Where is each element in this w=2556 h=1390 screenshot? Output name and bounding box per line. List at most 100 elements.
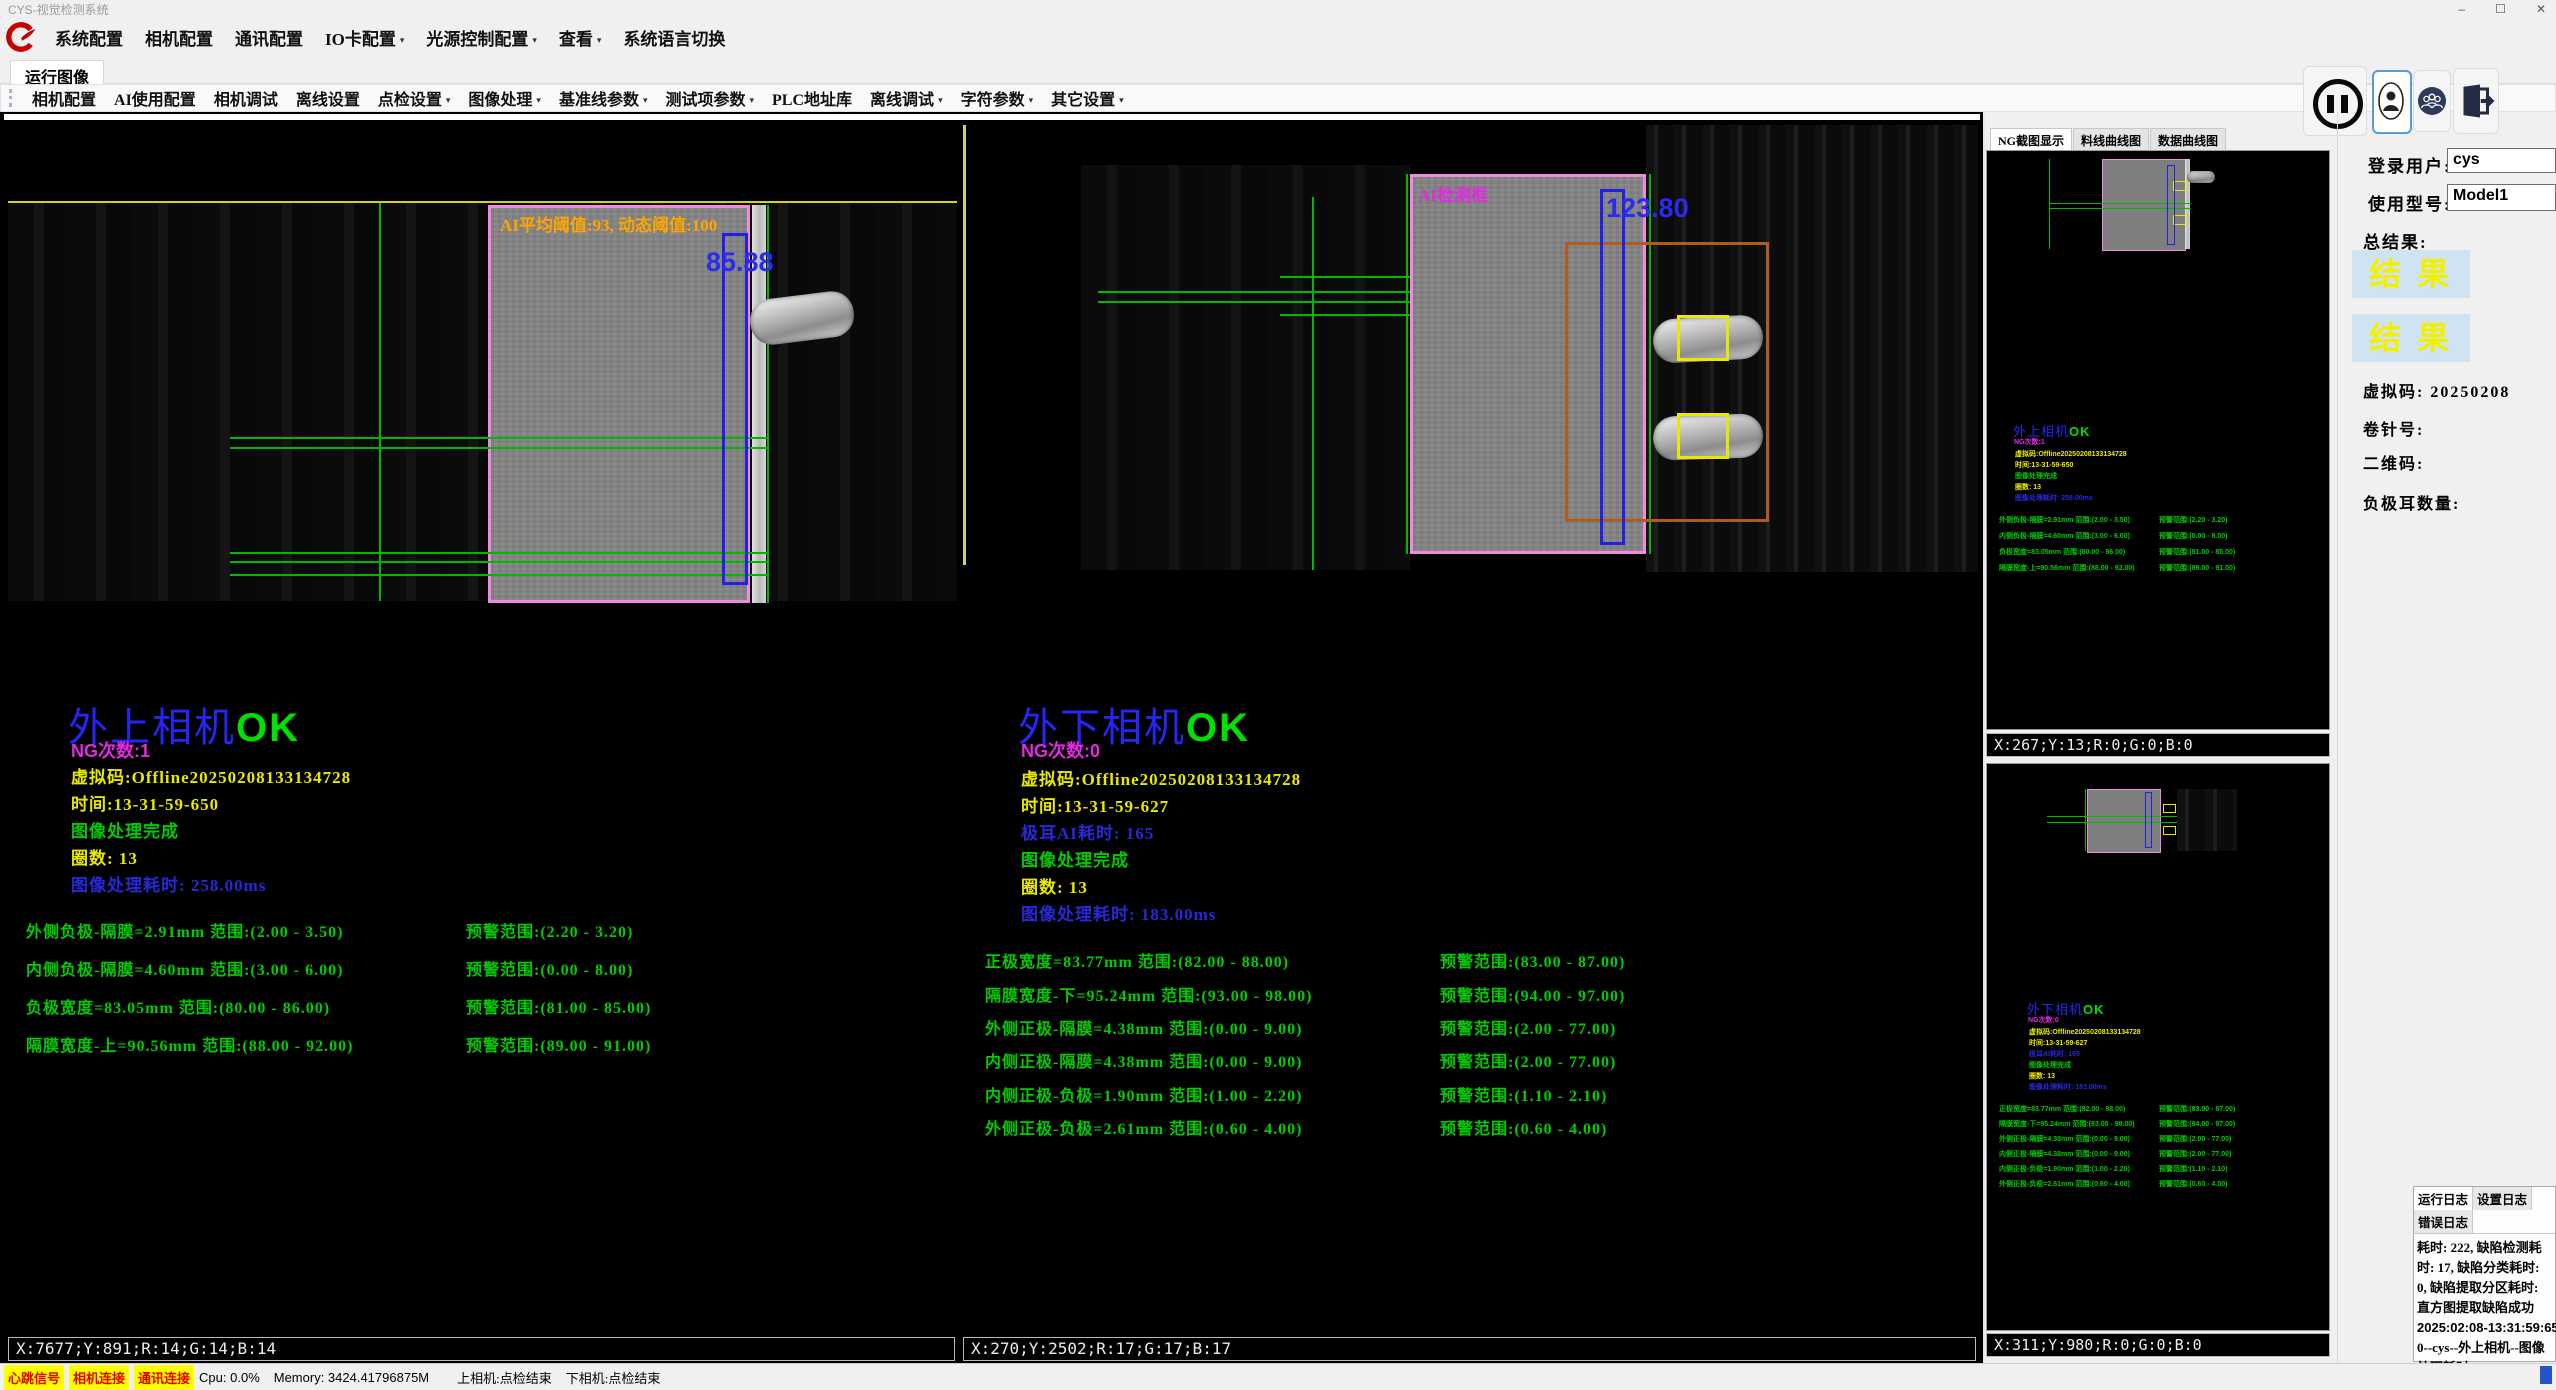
tab-ng-screenshot[interactable]: NG截图显示 bbox=[1990, 128, 2072, 152]
mini-measure-warn: 预警范围:(1.10 - 2.10) bbox=[2159, 1164, 2227, 1174]
mini-done-line: 图像处理完成 bbox=[2029, 1060, 2071, 1070]
measurement-warn: 预警范围:(2.00 - 77.00) bbox=[1440, 1015, 1616, 1039]
menu-item-io-card-config[interactable]: IO卡配置 ▾ bbox=[314, 25, 415, 50]
chevron-down-icon: ▾ bbox=[536, 95, 541, 105]
measurement-value: 外侧负极-隔膜=2.91mm 范围:(2.00 - 3.50) bbox=[26, 924, 343, 941]
tool-baseline-params[interactable]: 基准线参数▾ bbox=[550, 86, 657, 110]
mini-elapsed-line: 图像处理耗时: 183.00ms bbox=[2029, 1082, 2107, 1092]
log-content[interactable]: 耗时: 222, 缺陷检测耗 时: 17, 缺陷分类耗时: 0, 缺陷提取分区耗… bbox=[2414, 1234, 2555, 1378]
menu-item-label: 系统配置 bbox=[55, 30, 123, 49]
loop-count-line: 圈数: 13 bbox=[1021, 873, 1088, 898]
tool-ai-use-config[interactable]: AI使用配置 bbox=[105, 86, 205, 110]
mini-measurement-row: 外侧负极-隔膜=2.91mm 范围:(2.00 - 3.50)预警范围:(2.2… bbox=[1999, 515, 2325, 525]
tool-label: 字符参数 bbox=[961, 92, 1025, 109]
camera-connect-badge: 相机连接 bbox=[69, 1365, 129, 1390]
mini-measure-warn: 预警范围:(89.00 - 91.00) bbox=[2159, 563, 2235, 573]
pause-button[interactable] bbox=[2303, 66, 2367, 136]
tool-other-settings[interactable]: 其它设置▾ bbox=[1042, 86, 1133, 110]
measurement-row: 内侧正极-负极=1.90mm 范围:(1.00 - 2.20) 预警范围:(1.… bbox=[985, 1082, 1945, 1106]
menu-item-comm-config[interactable]: 通讯配置 bbox=[224, 25, 314, 50]
menu-item-label: IO卡配置 bbox=[325, 30, 396, 49]
app-window: CYS-视觉检测系统 – ☐ ✕ 系统配置 相机配置 通讯配置 IO卡配置▾ 光… bbox=[0, 0, 2556, 1390]
tool-camera-config[interactable]: 相机配置 bbox=[23, 86, 105, 110]
mini-foil-blob bbox=[2187, 171, 2215, 183]
mini-measure-warn: 预警范围:(2.20 - 3.20) bbox=[2159, 515, 2227, 525]
measurement-value: 内侧正极-隔膜=4.38mm 范围:(0.00 - 9.00) bbox=[985, 1054, 1302, 1071]
camera-result: OK bbox=[236, 706, 300, 750]
ai-time-line: 极耳AI耗时: 165 bbox=[1021, 819, 1154, 844]
measurement-warn: 预警范围:(0.00 - 8.00) bbox=[466, 956, 633, 980]
mini-measure-value: 隔膜宽度-上=90.56mm 范围:(88.00 - 92.00) bbox=[1999, 565, 2135, 572]
qr-code-label: 二维码: bbox=[2363, 450, 2424, 474]
tool-offline-settings[interactable]: 离线设置 bbox=[287, 86, 369, 110]
mini-camera-result: OK bbox=[2069, 424, 2091, 439]
exit-button[interactable] bbox=[2453, 68, 2499, 134]
mini-measure-value: 正极宽度=83.77mm 范围:(82.00 - 88.00) bbox=[1999, 1106, 2125, 1113]
tool-spot-check-settings[interactable]: 点检设置▾ bbox=[369, 86, 460, 110]
measurement-row: 外侧负极-隔膜=2.91mm 范围:(2.00 - 3.50) 预警范围:(2.… bbox=[26, 918, 946, 942]
window-controls: – ☐ ✕ bbox=[2458, 0, 2546, 18]
measurement-warn: 预警范围:(2.00 - 77.00) bbox=[1440, 1048, 1616, 1072]
login-user-field[interactable]: cys bbox=[2447, 148, 2556, 173]
close-icon[interactable]: ✕ bbox=[2536, 2, 2546, 16]
chevron-down-icon: ▾ bbox=[643, 95, 648, 105]
center-camera-view[interactable]: AI检测框 123.80 外下相机OK NG次数:0 虚拟码:Offline20… bbox=[963, 125, 1978, 1333]
tab-settings-log[interactable]: 设置日志 bbox=[2473, 1187, 2532, 1210]
mini-measurement-row: 内侧正极-负极=1.90mm 范围:(1.00 - 2.20)预警范围:(1.1… bbox=[1999, 1164, 2325, 1174]
measurement-value: 内侧正极-负极=1.90mm 范围:(1.00 - 2.20) bbox=[985, 1088, 1302, 1105]
measurement-value: 隔膜宽度-下=95.24mm 范围:(93.00 - 98.00) bbox=[985, 988, 1312, 1005]
chevron-down-icon: ▾ bbox=[1029, 95, 1034, 105]
maximize-icon[interactable]: ☐ bbox=[2495, 2, 2506, 16]
left-coords-readout: X:7677;Y:891;R:14;G:14;B:14 bbox=[8, 1337, 955, 1361]
tab-run-image[interactable]: 运行图像 bbox=[10, 60, 104, 85]
virtual-code-line: 虚拟码:Offline20250208133134728 bbox=[1021, 765, 1301, 790]
menu-item-light-control-config[interactable]: 光源控制配置▾ bbox=[415, 25, 548, 50]
tab-error-log[interactable]: 错误日志 bbox=[2414, 1210, 2473, 1233]
model-label: 使用型号: bbox=[2368, 190, 2452, 215]
log-line: 0, 缺陷提取分区耗时: bbox=[2417, 1278, 2555, 1298]
menu-item-language-switch[interactable]: 系统语言切换 bbox=[612, 25, 736, 50]
menu-item-camera-config[interactable]: 相机配置 bbox=[134, 25, 224, 50]
mini-measurement-row: 隔膜宽度-上=90.56mm 范围:(88.00 - 92.00) 预警范围:(8… bbox=[1999, 563, 2325, 573]
mini-blue-rect bbox=[2145, 792, 2152, 848]
tool-camera-debug[interactable]: 相机调试 bbox=[205, 86, 287, 110]
mini-blue-rect bbox=[2167, 165, 2175, 245]
tool-image-processing[interactable]: 图像处理▾ bbox=[459, 86, 550, 110]
measurement-row: 负极宽度=83.05mm 范围:(80.00 - 86.00) 预警范围:(81… bbox=[26, 994, 946, 1018]
minimize-icon[interactable]: – bbox=[2458, 2, 2465, 16]
mini-loops-line: 圈数: 13 bbox=[2029, 1071, 2055, 1081]
menu-item-view[interactable]: 查看▾ bbox=[548, 25, 613, 50]
machine-background bbox=[8, 203, 957, 601]
left-camera-view[interactable]: AI平均阈值:93, 动态阈值:100 85.88 外上相机OK NG次数:1 … bbox=[8, 125, 957, 1333]
log-panel: 运行日志设置日志错误日志 耗时: 222, 缺陷检测耗 时: 17, 缺陷分类耗… bbox=[2413, 1186, 2556, 1362]
user-button[interactable] bbox=[2372, 70, 2412, 134]
app-logo-icon bbox=[2, 20, 36, 54]
pause-icon bbox=[2313, 79, 2363, 129]
exit-icon bbox=[2459, 82, 2495, 120]
tool-plc-address[interactable]: PLC地址库 bbox=[763, 86, 861, 110]
virtual-code-line: 虚拟码:Offline20250208133134728 bbox=[71, 763, 351, 788]
measurement-value: 正极宽度=83.77mm 范围:(82.00 - 88.00) bbox=[985, 954, 1289, 971]
tool-char-params[interactable]: 字符参数 ▾ bbox=[952, 86, 1043, 110]
ng-thumbnail-top[interactable]: 外上相机OK NG次数:1 虚拟码:Offline202502081331347… bbox=[1986, 150, 2330, 730]
mini-measurement-row: 外侧正极-隔膜=4.38mm 范围:(0.00 - 9.00)预警范围:(2.0… bbox=[1999, 1134, 2325, 1144]
menu-item-system-config[interactable]: 系统配置 bbox=[44, 25, 134, 50]
log-line: 直方图提取缺陷成功 bbox=[2417, 1298, 2555, 1318]
green-horizontal-guide bbox=[230, 574, 768, 576]
measurement-warn: 预警范围:(83.00 - 87.00) bbox=[1440, 948, 1625, 972]
chevron-down-icon: ▾ bbox=[400, 35, 405, 45]
cpu-usage: Cpu: 0.0% bbox=[199, 1370, 260, 1385]
model-field[interactable]: Model1 bbox=[2447, 184, 2556, 211]
tab-run-log[interactable]: 运行日志 bbox=[2414, 1187, 2473, 1210]
mini-measure-warn: 预警范围:(2.00 - 77.00) bbox=[2159, 1149, 2231, 1159]
tool-offline-debug[interactable]: 离线调试▾ bbox=[861, 86, 952, 110]
users-button[interactable] bbox=[2413, 70, 2451, 132]
mini-measurement-row: 内侧正极-隔膜=4.38mm 范围:(0.00 - 9.00)预警范围:(2.0… bbox=[1999, 1149, 2325, 1159]
heartbeat-badge: 心跳信号 bbox=[4, 1365, 64, 1390]
tool-test-item-params[interactable]: 测试项参数▾ bbox=[656, 86, 763, 110]
ng-thumbnail-bottom[interactable]: 外下相机OK NG次数:0 虚拟码:Offline202502081331347… bbox=[1986, 763, 2330, 1331]
mini-measure-warn: 预警范围:(2.00 - 77.00) bbox=[2159, 1134, 2231, 1144]
toolbar-grip-handle[interactable] bbox=[9, 89, 15, 107]
tab-data-curve[interactable]: 数据曲线图 bbox=[2150, 128, 2226, 152]
tab-line-curve[interactable]: 料线曲线图 bbox=[2073, 128, 2149, 152]
